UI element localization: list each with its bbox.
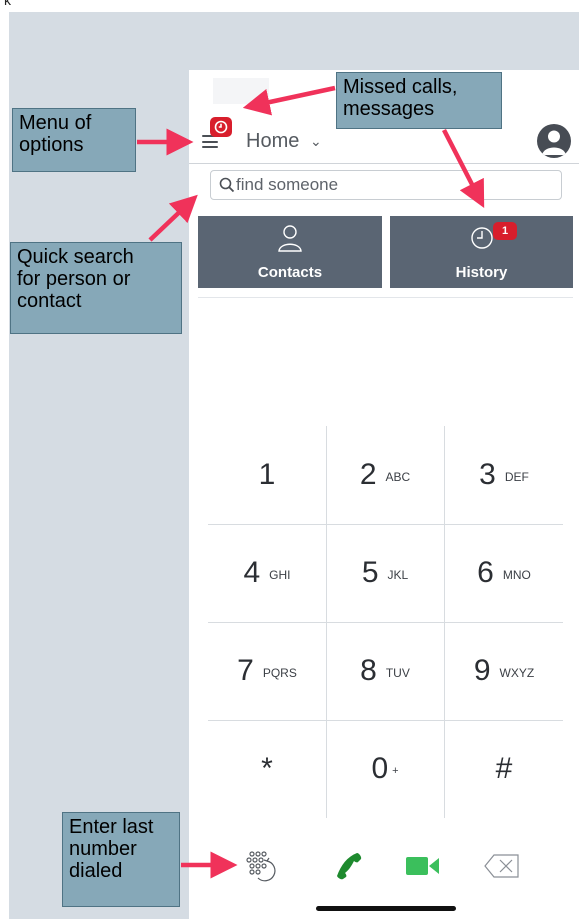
key-letters: + <box>392 765 399 777</box>
home-indicator <box>316 906 456 911</box>
key-digit: 2 <box>359 458 377 491</box>
key-2[interactable]: 2 ABC <box>326 426 444 524</box>
key-digit: 9 <box>473 654 491 687</box>
key-digit: 4 <box>243 556 261 589</box>
key-digit: # <box>495 752 513 785</box>
key-0[interactable]: 0 + <box>326 720 444 818</box>
callout-menu: Menu of options <box>12 108 136 172</box>
tab-history-label: History <box>455 264 508 281</box>
missed-alert-badge[interactable] <box>210 117 232 137</box>
history-clock-icon <box>470 227 493 249</box>
user-icon <box>542 130 566 155</box>
callout-search: Quick search for person or contact <box>10 242 182 334</box>
call-button[interactable] <box>320 840 380 892</box>
person-icon <box>278 225 302 252</box>
key-letters: DEF <box>504 470 529 484</box>
search-input[interactable] <box>236 171 556 199</box>
backspace-icon <box>484 854 519 878</box>
key-digit: * <box>261 752 273 785</box>
divider <box>198 297 573 298</box>
tab-contacts-label: Contacts <box>257 264 323 281</box>
key-digit: 1 <box>258 458 276 491</box>
key-digit: 6 <box>477 556 494 589</box>
key-9[interactable]: 9 WXYZ <box>445 622 563 720</box>
key-letters: WXYZ <box>499 666 535 680</box>
annotation-background-top <box>189 12 579 70</box>
backspace-button[interactable] <box>472 840 532 892</box>
key-letters: GHI <box>269 568 291 582</box>
chevron-down-icon[interactable]: ⌄ <box>310 133 322 150</box>
status-bar-area <box>213 78 269 104</box>
key-hash[interactable]: # <box>445 720 563 818</box>
key-4[interactable]: 4 GHI <box>208 524 326 622</box>
avatar[interactable] <box>537 124 571 158</box>
key-8[interactable]: 8 TUV <box>326 622 444 720</box>
key-digit: 7 <box>237 654 254 687</box>
page-title[interactable]: Home <box>246 130 299 153</box>
key-3[interactable]: 3 DEF <box>445 426 563 524</box>
redial-icon <box>246 851 276 882</box>
key-letters: MNO <box>502 568 531 582</box>
tab-history[interactable]: History <box>390 216 573 288</box>
redial-button[interactable] <box>230 840 290 892</box>
video-call-button[interactable] <box>393 840 453 892</box>
key-letters: JKL <box>387 568 409 582</box>
callout-redial: Enter last number dialed <box>62 812 180 907</box>
tab-contacts[interactable]: Contacts <box>198 216 382 288</box>
key-digit: 0 <box>371 752 389 785</box>
dial-pad: 1 2 ABC 3 DEF 4 GHI 5 JKL 6 MNO 7 PQRS 8 TUV 9W… <box>208 426 563 818</box>
clock-icon <box>214 120 228 134</box>
callout-missed: Missed calls, messages <box>336 72 502 129</box>
key-letters: ABC <box>385 470 411 484</box>
top-caption-fragment: k <box>4 0 11 8</box>
phone-icon <box>337 853 362 880</box>
key-5[interactable]: 5 JKL <box>326 524 444 622</box>
key-letters: TUV <box>385 666 410 680</box>
history-count-badge: 1 <box>493 222 517 240</box>
key-letters: PQRS <box>262 666 297 680</box>
key-6[interactable]: 6 MNO <box>445 524 563 622</box>
key-digit: 8 <box>360 654 377 687</box>
search-icon <box>219 177 235 193</box>
key-digit: 3 <box>479 458 496 491</box>
key-digit: 5 <box>361 556 379 589</box>
key-7[interactable]: 7 PQRS <box>208 622 326 720</box>
key-star[interactable]: * <box>208 720 326 818</box>
video-call-icon <box>406 857 439 875</box>
key-1[interactable]: 1 <box>208 426 326 524</box>
